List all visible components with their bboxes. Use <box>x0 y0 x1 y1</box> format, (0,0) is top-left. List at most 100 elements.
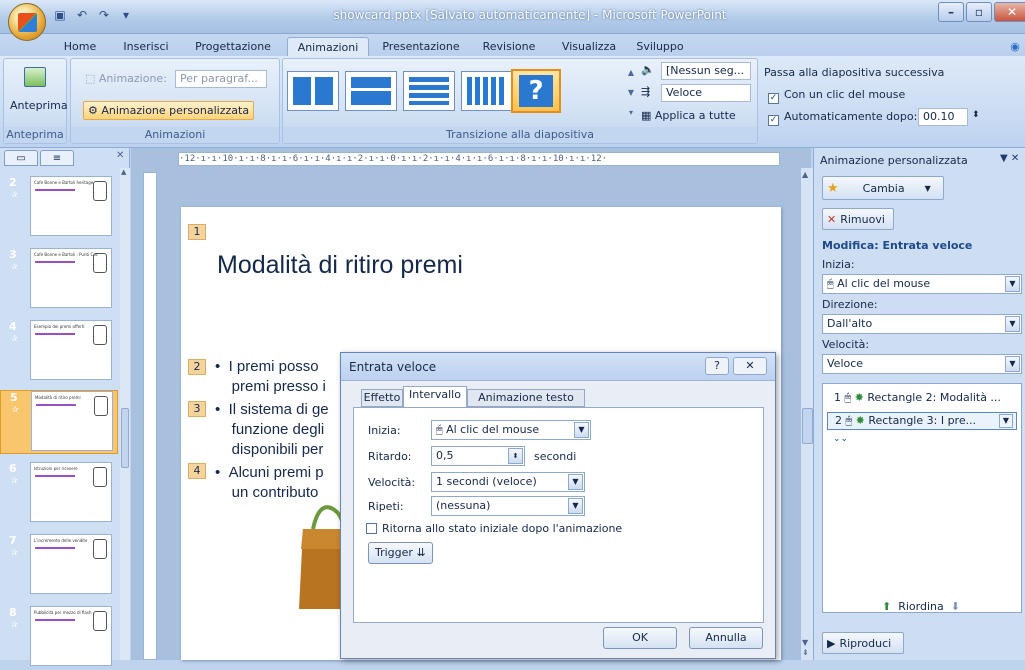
slide-thumbnail[interactable]: 3 ✰ Cafe Bonne e Bartoli : Punti Cos <box>0 248 118 312</box>
dlg-speed-select[interactable]: 1 secondi (veloce) ▼ <box>431 472 585 492</box>
save-icon[interactable]: ▣ <box>52 7 68 23</box>
ok-button[interactable]: OK <box>603 627 677 649</box>
sound-select[interactable]: [Nessun seg... <box>661 62 751 80</box>
slide-number: 8 <box>9 606 17 619</box>
auto-after-checkbox[interactable]: ✓ Automaticamente dopo: <box>768 110 917 126</box>
tab-animazione-testo[interactable]: Animazione testo <box>467 389 585 407</box>
tab-intervallo[interactable]: Intervallo <box>403 386 467 408</box>
apply-all-button[interactable]: ▦ Applica a tutte <box>641 109 736 122</box>
transition-thumb-2[interactable] <box>345 71 397 111</box>
transition-thumb-3[interactable] <box>403 71 455 111</box>
redo-icon[interactable]: ↷ <box>96 7 112 23</box>
cancel-button[interactable]: Annulla <box>689 627 763 649</box>
pane-options-icon[interactable]: ▼ ✕ <box>1000 153 1019 164</box>
spinner-icon[interactable]: ⬍ <box>508 448 523 464</box>
tab-revisione[interactable]: Revisione <box>476 37 542 57</box>
start-select[interactable]: 🖱 Al clic del mouse ▼ <box>822 274 1022 294</box>
move-up-icon[interactable]: ⬆ <box>882 600 891 613</box>
move-down-icon[interactable]: ⬇ <box>951 600 960 613</box>
transition-speed-select[interactable]: Veloce <box>661 84 751 102</box>
trigger-button[interactable]: Trigger ⇊ <box>368 542 433 564</box>
tab-animazioni[interactable]: Animazioni <box>287 37 369 57</box>
direction-select[interactable]: Dall'alto ▼ <box>822 314 1022 334</box>
speed-select[interactable]: Veloce ▼ <box>822 354 1022 374</box>
auto-after-spinner[interactable]: ⬍ <box>972 110 980 120</box>
change-button[interactable]: ★ Cambia ▼ <box>822 176 944 200</box>
slide-thumbnail[interactable]: 7 ✰ L'incremento delle vendite <box>0 534 118 598</box>
item-label: Rectangle 3: I pre... <box>868 414 977 427</box>
anim-marker[interactable]: 3 <box>188 401 206 417</box>
bullet-3[interactable]: • Alcuni premi p un contributo <box>215 463 324 503</box>
undo-icon[interactable]: ↶ <box>74 7 90 23</box>
tab-progettazione[interactable]: Progettazione <box>190 37 276 57</box>
play-button[interactable]: ▶ Riproduci <box>822 632 904 654</box>
bullet-2[interactable]: • Il sistema di ge funzione degli dispon… <box>215 400 329 460</box>
scroll-thumb[interactable] <box>121 408 129 468</box>
tab-visualizza[interactable]: Visualizza <box>556 37 622 57</box>
transition-thumb-random[interactable]: ? <box>511 69 561 113</box>
office-button[interactable] <box>8 3 46 41</box>
dlg-start-select[interactable]: 🖱 Al clic del mouse ▼ <box>431 420 591 440</box>
slide-thumbnail[interactable]: 5 ✰ Modalità di ritiro premi <box>0 390 118 454</box>
scroll-down-icon[interactable]: ▼ <box>802 638 808 647</box>
tab-sviluppo[interactable]: Sviluppo <box>632 37 688 57</box>
item-menu-chevron[interactable]: ▼ <box>999 414 1013 428</box>
entrance-effect-icon: ✸ <box>855 414 865 427</box>
tab-inserisci[interactable]: Inserisci <box>118 37 174 57</box>
rewind-checkbox[interactable]: Ritorna allo stato iniziale dopo l'anima… <box>366 522 622 535</box>
slide-preview: Esempio dei premi offerti <box>30 320 112 380</box>
bullet-1[interactable]: • I premi posso premi presso i <box>215 357 326 397</box>
tab-effetto[interactable]: Effetto <box>361 389 403 407</box>
dlg-delay-label: Ritardo: <box>368 450 412 463</box>
transition-thumb-4[interactable] <box>461 71 513 111</box>
auto-after-input[interactable]: 00.10 <box>918 108 968 126</box>
animation-list[interactable]: 1 🖱 ✸ Rectangle 2: Modalità ... 2 🖱 ✸ Re… <box>822 383 1022 613</box>
gallery-scroll[interactable]: ▲ ▼ ▾ <box>625 63 637 123</box>
speed-value: Veloce <box>827 357 864 370</box>
close-button[interactable]: ✕ <box>994 2 1025 22</box>
next-slide-icon[interactable]: ⇟ <box>802 648 809 657</box>
slide-preview-line <box>35 189 75 191</box>
transition-thumb-1[interactable] <box>287 71 339 111</box>
list-item-selected[interactable]: 2 🖱 ✸ Rectangle 3: I pre... <box>827 412 1017 430</box>
dlg-delay-input[interactable]: 0,5 ⬍ <box>431 446 525 466</box>
tab-home[interactable]: Home <box>58 37 102 57</box>
maximize-button[interactable]: ▫ <box>966 2 992 22</box>
remove-button[interactable]: ✕ Rimuovi <box>822 208 894 230</box>
anim-marker[interactable]: 4 <box>188 463 206 479</box>
expand-icon[interactable]: ⌄⌄ <box>833 434 848 444</box>
dlg-repeat-select[interactable]: (nessuna) ▼ <box>431 496 585 516</box>
customize-toolbar-icon[interactable]: ▾ <box>118 7 134 23</box>
anim-marker[interactable]: 1 <box>188 224 206 240</box>
custom-animation-button[interactable]: ⚙ Animazione personalizzata <box>83 101 255 120</box>
animation-select[interactable]: Per paragraf... <box>175 70 267 88</box>
auto-after-value: 00.10 <box>923 110 955 123</box>
help-button[interactable]: ? <box>705 357 729 375</box>
dialog-close-icon[interactable]: ✕ <box>733 357 767 375</box>
scroll-thumb[interactable] <box>802 408 813 444</box>
custom-animation-label: Animazione personalizzata <box>101 104 250 117</box>
close-pane-icon[interactable]: ✕ <box>116 150 124 161</box>
mouse-icon: 🖱 <box>827 277 838 290</box>
tab-presentazione[interactable]: Presentazione <box>378 37 464 57</box>
dialog-body: Inizia: 🖱 Al clic del mouse ▼ Ritardo: 0,… <box>353 407 764 623</box>
scroll-up-icon[interactable]: ▲ <box>121 168 129 180</box>
anim-marker[interactable]: 2 <box>188 359 206 375</box>
slide-preview: Modalità di ritiro premi <box>31 391 113 451</box>
on-click-checkbox[interactable]: ✓ Con un clic del mouse <box>768 88 905 104</box>
slide-thumbnail[interactable]: 4 ✰ Esempio dei premi offerti <box>0 320 118 384</box>
preview-button[interactable]: Anteprima <box>10 99 68 112</box>
slides-tab[interactable]: ▭ <box>4 150 38 166</box>
slide-thumbnail[interactable]: 6 ✰ Istruzioni per ricevere <box>0 462 118 526</box>
slide-thumbnail[interactable]: 2 ✰ Cafe Bonne e Bartoli heritage <box>0 176 118 240</box>
slide-title[interactable]: Modalità di ritiro premi <box>217 251 463 280</box>
help-icon[interactable]: ◉ <box>1008 37 1022 57</box>
slide-scrollbar[interactable]: ▲ ▼ ⇟ <box>800 168 814 660</box>
reorder-controls: ⬆ Riordina ⬇ <box>882 600 960 613</box>
minimize-button[interactable]: – <box>938 2 964 22</box>
outline-tab[interactable]: ≡ <box>40 150 74 166</box>
list-item[interactable]: 1 🖱 ✸ Rectangle 2: Modalità ... <box>827 390 1017 408</box>
slide-thumbnail[interactable]: 8 ✰ Pubblicità per mezzo di flash <box>0 606 118 670</box>
slides-scrollbar[interactable]: ▲ <box>120 168 130 660</box>
scroll-up-icon[interactable]: ▲ <box>802 170 808 179</box>
